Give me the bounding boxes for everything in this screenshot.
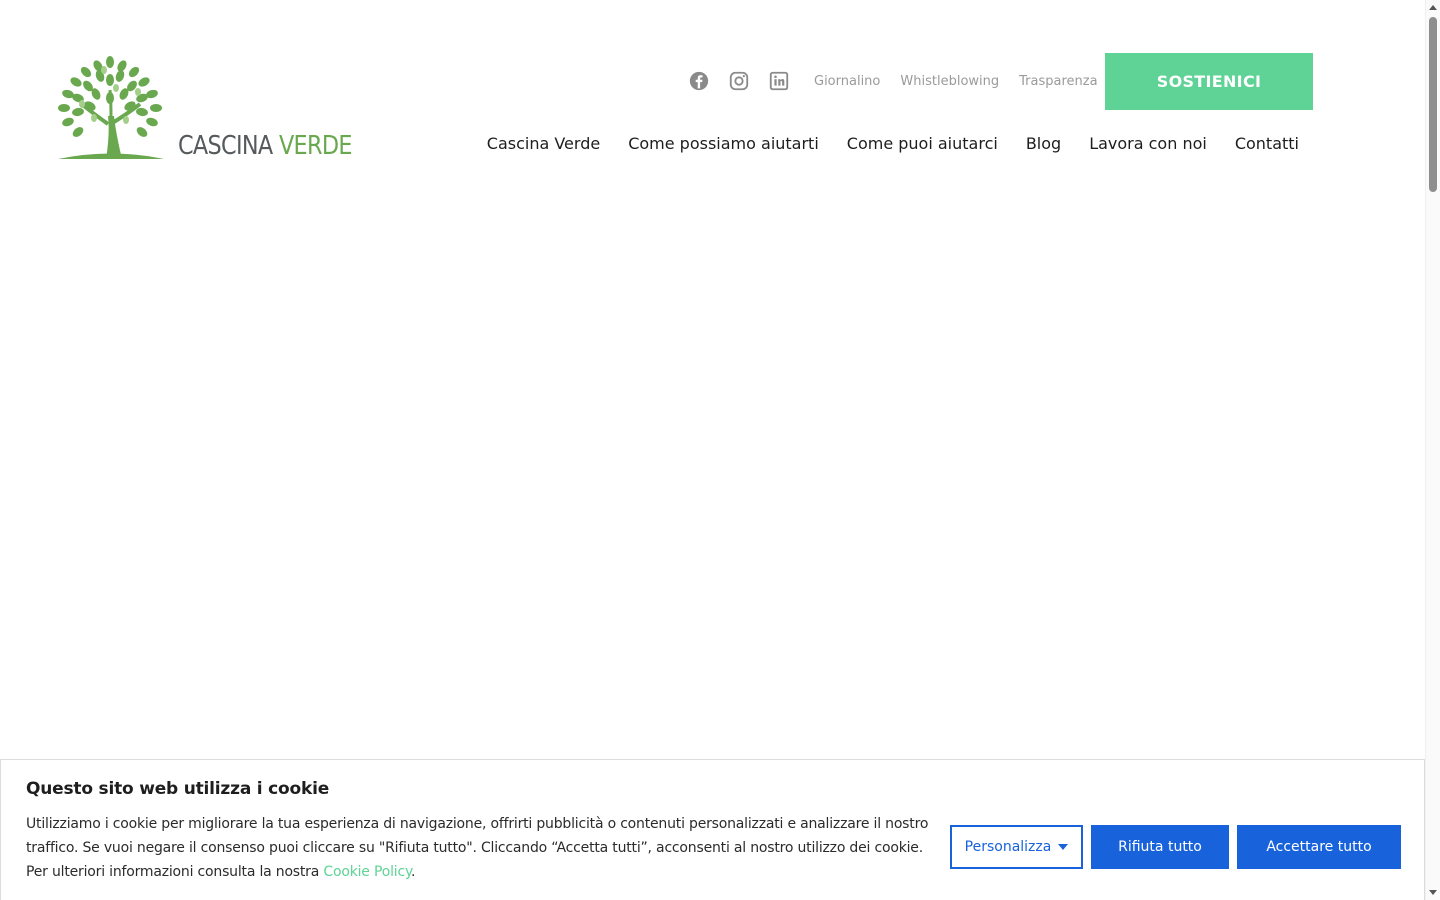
linkedin-link[interactable] xyxy=(764,66,794,96)
main-nav: Cascina Verde Come possiamo aiutarti Com… xyxy=(459,130,1299,156)
facebook-link[interactable] xyxy=(684,66,714,96)
rifiuta-tutto-button[interactable]: Rifiuta tutto xyxy=(1091,825,1229,869)
instagram-link[interactable] xyxy=(724,66,754,96)
page: CASCINA VERDE Giornalino Whistleblowing … xyxy=(0,0,1440,900)
logo-word-cascina: CASCINA xyxy=(178,131,273,161)
nav-come-puoi-aiutarci[interactable]: Come puoi aiutarci xyxy=(847,134,998,153)
facebook-icon xyxy=(689,71,709,91)
giornalino-link[interactable]: Giornalino xyxy=(814,74,880,89)
cookie-description: Utilizziamo i cookie per migliorare la t… xyxy=(26,812,936,884)
cookie-banner: Questo sito web utilizza i cookie Utiliz… xyxy=(0,759,1425,900)
trasparenza-link[interactable]: Trasparenza xyxy=(1019,74,1097,89)
cookie-text-end: . xyxy=(411,864,416,880)
nav-blog[interactable]: Blog xyxy=(1026,134,1061,153)
personalizza-button[interactable]: Personalizza xyxy=(950,825,1083,869)
caret-down-icon xyxy=(1058,844,1069,850)
sostienici-button[interactable]: SOSTIENICI xyxy=(1105,53,1313,110)
nav-come-possiamo-aiutarti[interactable]: Come possiamo aiutarti xyxy=(628,134,819,153)
linkedin-icon xyxy=(769,71,789,91)
cookie-policy-link[interactable]: Cookie Policy xyxy=(323,864,411,880)
whistleblowing-link[interactable]: Whistleblowing xyxy=(900,74,999,89)
page-scrollbar[interactable] xyxy=(1425,0,1440,900)
scroll-up-arrow-icon[interactable] xyxy=(1429,5,1437,10)
nav-lavora-con-noi[interactable]: Lavora con noi xyxy=(1089,134,1207,153)
nav-cascina-verde[interactable]: Cascina Verde xyxy=(487,134,600,153)
utility-bar: Giornalino Whistleblowing Trasparenza xyxy=(684,62,1108,100)
instagram-icon xyxy=(729,71,749,91)
logo-word-verde: VERDE xyxy=(278,131,353,161)
scroll-thumb[interactable] xyxy=(1429,17,1437,192)
cookie-text-body: Utilizziamo i cookie per migliorare la t… xyxy=(26,816,929,880)
logo-wordmark: CASCINA VERDE xyxy=(178,131,352,161)
scroll-down-arrow-icon[interactable] xyxy=(1429,890,1437,895)
cookie-title: Questo sito web utilizza i cookie xyxy=(26,779,330,799)
nav-contatti[interactable]: Contatti xyxy=(1235,134,1299,153)
accetta-tutto-button[interactable]: Accettare tutto xyxy=(1237,825,1401,869)
personalizza-label: Personalizza xyxy=(964,839,1052,855)
